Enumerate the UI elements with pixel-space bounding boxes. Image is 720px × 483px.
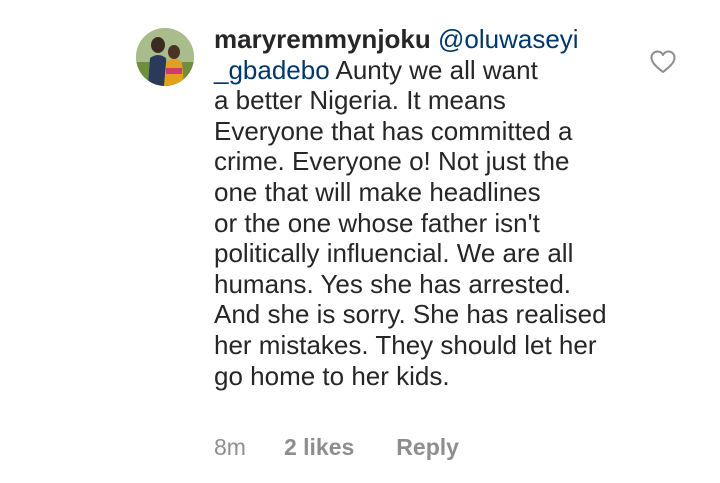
comment-mention-continued[interactable]: _gbadebo (214, 55, 330, 85)
comment-meta: 8m 2 likes Reply (214, 434, 459, 461)
comment-text-line: Everyone that has committed a (214, 115, 573, 146)
comment-text-line: politically influencial. We are all (214, 238, 574, 269)
comment-text-line: go home to her kids. (214, 360, 450, 391)
comment-text-line: crime. Everyone o! Not just the (214, 146, 570, 177)
comment-first-line: maryremmynjoku @oluwaseyi (214, 24, 634, 55)
comment-mention[interactable]: @oluwaseyi (438, 24, 579, 54)
comment-text-line: or the one whose father isn't (214, 207, 540, 238)
comment-text-line: a better Nigeria. It means (214, 85, 506, 116)
comment-text-line: humans. Yes she has arrested. (214, 268, 572, 299)
comment-text-line: And she is sorry. She has realised (214, 299, 607, 330)
comment-text-line: Aunty we all want (329, 54, 538, 85)
comment-second-line: _gbadebo Aunty we all want (214, 55, 634, 86)
avatar-image (136, 28, 194, 86)
reply-button[interactable]: Reply (396, 434, 459, 461)
comment-timestamp: 8m (214, 434, 246, 460)
comment-text: maryremmynjoku @oluwaseyi _gbadebo Aunty… (214, 24, 634, 391)
comment-item: maryremmynjoku @oluwaseyi _gbadebo Aunty… (0, 0, 720, 483)
comment-text-line: one that will make headlines (214, 176, 541, 207)
comment-text-line: her mistakes. They should let her (214, 329, 597, 360)
heart-outline-icon[interactable] (650, 50, 676, 74)
avatar[interactable] (136, 28, 194, 86)
comment-username[interactable]: maryremmynjoku (214, 24, 431, 54)
likes-count-button[interactable]: 2 likes (284, 434, 354, 461)
